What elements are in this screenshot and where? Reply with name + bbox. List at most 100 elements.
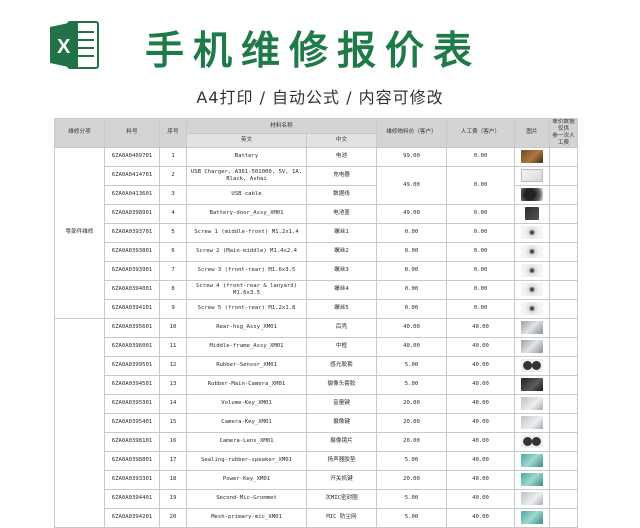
labor-fee-cell: 0.00 xyxy=(446,241,515,262)
material-price-cell: 5.00 xyxy=(376,355,447,376)
table-row: 零部件维修 6ZA0A0409701 1 Battery 电池 99.00 0.00 xyxy=(54,146,578,319)
grey-photo xyxy=(521,416,543,430)
page-title: 手机维修报价表 xyxy=(145,29,482,74)
screw-photo xyxy=(521,264,543,278)
seq-cell: 3 xyxy=(159,184,187,205)
note-cell xyxy=(549,450,578,471)
page-subtitle: A4打印 / 自动公式 / 内容可修改 xyxy=(196,88,444,107)
seq-cell: 10 xyxy=(159,317,187,338)
english-name-cell: Camera-Key_XM01 xyxy=(186,412,307,433)
part-no-cell: 6ZA0A0393901 xyxy=(104,260,160,281)
part-no-cell: 6ZA0A0399501 xyxy=(104,355,160,376)
table-row: 6ZA0A0394501 13 Rubber-Main-Camera_XM01 摄像头… xyxy=(55,374,578,395)
seq-cell: 5 xyxy=(159,222,187,243)
material-price-cell: 5.00 xyxy=(376,450,447,471)
col-material-price-header: 维修物料价（客户） xyxy=(376,118,447,148)
seq-cell: 6 xyxy=(159,241,187,262)
note-cell xyxy=(549,488,578,509)
seq-cell: 11 xyxy=(159,336,187,357)
door-photo xyxy=(525,207,539,221)
seq-cell: 19 xyxy=(159,488,187,509)
material-price-cell: 49.00 xyxy=(376,203,447,224)
part-no-cell: 6ZA0A0394001 xyxy=(104,279,160,300)
image-cell xyxy=(514,431,550,452)
material-price-cell: 0.00 xyxy=(376,279,447,300)
col-category-header: 维修分项 xyxy=(54,118,105,148)
seq-cell: 7 xyxy=(159,260,187,281)
table-row: 6ZA0A0395401 15 Camera-Key_XM01 摄像键 20.00 40.… xyxy=(55,412,578,433)
svg-text:X: X xyxy=(57,36,71,58)
table-row: 6ZA0A0395301 14 Volume-Key_XM01 音量键 20.00 40.… xyxy=(55,393,578,414)
col-note-header: 单价数据仅供 参一次人工费 xyxy=(549,118,578,148)
battery-photo xyxy=(521,150,543,164)
labor-fee-cell: 40.00 xyxy=(446,450,515,471)
chinese-name-cell: 螺丝2 xyxy=(306,241,377,262)
dark-photo xyxy=(521,378,543,392)
image-cell xyxy=(514,412,550,433)
quote-table: 维修分项 料号 序号 材料名称 维修物料价（客户） 人工费（客户） 图片 单价数… xyxy=(54,117,578,528)
note-cell xyxy=(549,260,578,281)
english-name-cell: Rear-hsg_Assy_XM01 xyxy=(186,317,307,338)
table-row: 6ZA0A0393901 7 Screw 3 (front-rear) M1.6x3… xyxy=(55,260,578,281)
labor-fee-cell: 0.00 xyxy=(446,222,515,243)
part-no-cell: 6ZA0A0395601 xyxy=(104,317,160,338)
english-name-cell: Sealing-rubber-speaker_XM01 xyxy=(186,450,307,471)
chinese-name-cell: 后壳 xyxy=(306,317,377,338)
labor-fee-cell: 40.00 xyxy=(446,488,515,509)
labor-fee-cell: 0.00 xyxy=(446,260,515,281)
table-row: 6ZA0A0398901 4 Battery-door_Assy_XM01 电池盖 49… xyxy=(55,203,578,224)
material-price-cell: 0.00 xyxy=(376,222,447,243)
screw-photo xyxy=(521,302,543,316)
table-row: 6ZA0A0393701 5 Screw 1 (middle-front) M1.2… xyxy=(55,222,578,243)
rings-photo xyxy=(521,435,543,449)
seq-cell: 16 xyxy=(159,431,187,452)
part-no-cell: 6ZA0A0396001 xyxy=(104,336,160,357)
english-name-cell: Middle-frame_Assy_XM01 xyxy=(186,336,307,357)
english-name-cell: USB cable xyxy=(186,184,307,205)
col-english-header: 英文 xyxy=(186,133,307,148)
note-cell xyxy=(549,374,578,395)
screw-photo xyxy=(521,245,543,259)
image-cell xyxy=(514,279,550,300)
col-image-header: 图片 xyxy=(514,118,550,148)
image-cell xyxy=(514,355,550,376)
note-cell xyxy=(549,222,578,243)
image-cell xyxy=(514,203,550,224)
seq-cell: 4 xyxy=(159,203,187,224)
chinese-name-cell: 数据线 xyxy=(306,184,377,205)
material-price-cell: 0.00 xyxy=(376,241,447,262)
chinese-name-cell: 开关机键 xyxy=(306,469,377,490)
labor-fee-cell: 0.00 xyxy=(446,165,515,205)
labor-fee-cell: 0.00 xyxy=(446,203,515,224)
col-chinese-header: 中文 xyxy=(306,133,377,148)
note-cell xyxy=(549,241,578,262)
labor-fee-cell: 40.00 xyxy=(446,336,515,357)
col-seq-header: 序号 xyxy=(159,118,187,148)
chinese-name-cell: MIC 防尘网 xyxy=(306,507,377,528)
part-no-cell: 6ZA0A0394201 xyxy=(104,507,160,528)
image-cell xyxy=(514,450,550,471)
labor-fee-cell: 40.00 xyxy=(446,355,515,376)
table-row: 6ZA0A0394401 19 Second-Mic-Grommet 次MIC密封圈 5… xyxy=(55,488,578,509)
english-name-cell: USB Charger, A361-501000, 5V, 1A, Black,… xyxy=(186,165,307,186)
english-name-cell: Screw 5 (front-rear) M1.2x1.8 xyxy=(186,298,307,319)
table-row: 6ZA0A0393301 18 Power-Key_XM01 开关机键 20.00 40.… xyxy=(55,469,578,490)
seq-cell: 1 xyxy=(159,146,187,167)
material-price-cell: 20.00 xyxy=(376,431,447,452)
note-cell xyxy=(549,165,578,186)
chinese-name-cell: 扬声器胶垫 xyxy=(306,450,377,471)
note-cell xyxy=(549,355,578,376)
chinese-name-cell: 感光胶套 xyxy=(306,355,377,376)
labor-fee-cell: 40.00 xyxy=(446,317,515,338)
image-cell xyxy=(514,184,550,205)
chinese-name-cell: 音量键 xyxy=(306,393,377,414)
english-name-cell: Screw 2 (Main-middle) M1.4x2.4 xyxy=(186,241,307,262)
table-row: 6ZA0A0396001 11 Middle-frame_Assy_XM01 中框 40… xyxy=(55,336,578,357)
table-row: 6ZA0A0398101 16 Camera-Lens_XM01 摄像镜片 20.00 4… xyxy=(55,431,578,452)
table-row: 6ZA0A0394201 20 Mesh-primary-mic_XM01 MIC 防… xyxy=(55,507,578,528)
english-name-cell: Rubber-Sensor_XM01 xyxy=(186,355,307,376)
seq-cell: 15 xyxy=(159,412,187,433)
material-price-cell: 49.00 xyxy=(376,165,447,205)
labor-fee-cell: 40.00 xyxy=(446,393,515,414)
material-price-cell: 40.00 xyxy=(376,336,447,357)
